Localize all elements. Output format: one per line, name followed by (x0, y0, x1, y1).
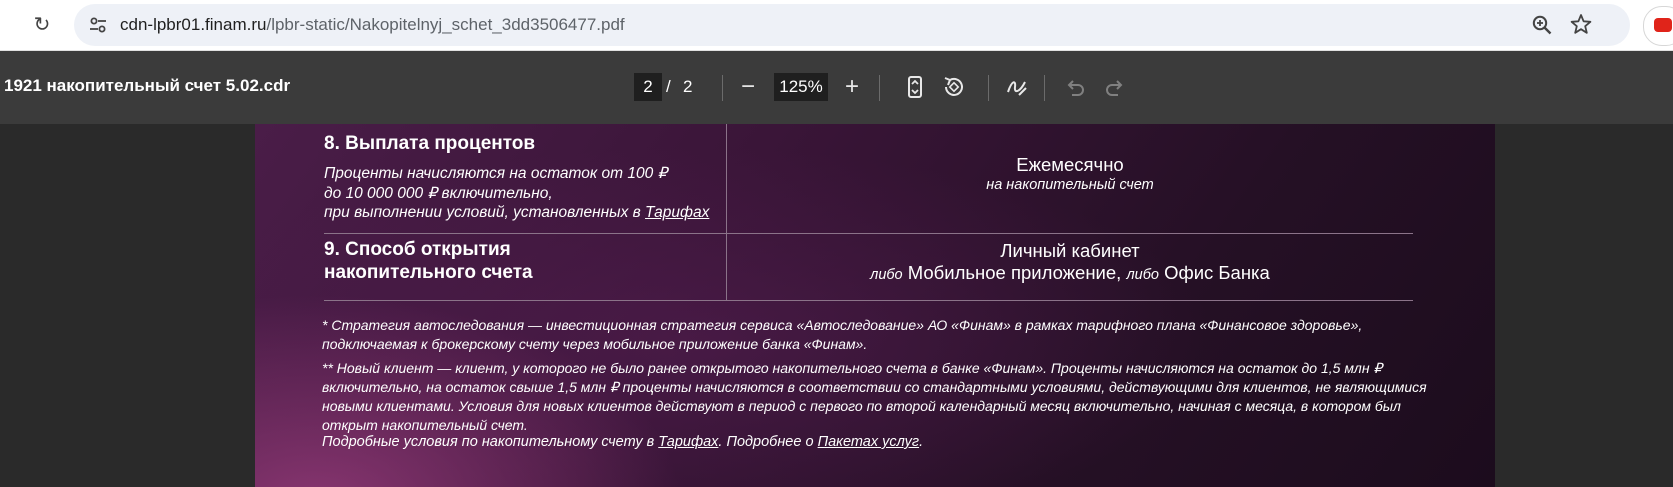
draw-icon[interactable] (1004, 74, 1030, 100)
fit-page-icon[interactable] (902, 74, 928, 100)
omnibox[interactable]: cdn-lpbr01.finam.ru/lpbr-static/Nakopite… (74, 4, 1630, 46)
section-9-title: 9. Способ открытия накопительного счета (324, 238, 533, 284)
section-8-title: 8. Выплата процентов (324, 133, 536, 154)
star-icon[interactable] (1570, 13, 1592, 35)
section-9-conjunction: либо (870, 267, 903, 283)
footnote-line: подключаемая к брокерскому счету через м… (322, 336, 868, 352)
browser-address-bar: ▸ ↻ cdn-lpbr01.finam.ru/lpbr-static/Nako… (0, 0, 1673, 51)
section-8-desc-text: при выполнении условий, установленных в (324, 204, 646, 221)
tariffs-link[interactable]: Тарифах (645, 204, 709, 221)
section-8-value-sub: на накопительный счет (986, 177, 1154, 193)
section-8-value: Ежемесячно (1016, 154, 1124, 175)
footnote-2: ** Новый клиент — клиент, у которого не … (322, 359, 1432, 435)
rotate-icon[interactable] (941, 74, 967, 100)
pdf-viewer[interactable]: 8. Выплата процентов Проценты начисляютс… (0, 124, 1673, 487)
pdf-toolbar: 1921 накопительный счет 5.02.cdr 2 / 2 −… (0, 51, 1673, 124)
service-packages-link[interactable]: Пакетах услуг (818, 434, 920, 450)
section-8-description: Проценты начисляются на остаток от 100 ₽… (324, 164, 724, 223)
footnote-text: . (919, 434, 924, 450)
section-9-conjunction: либо (1126, 267, 1159, 283)
pdf-page: 8. Выплата процентов Проценты начисляютс… (255, 124, 1495, 487)
footnote-1: * Стратегия автоследования — инвестицион… (322, 316, 1432, 354)
reload-icon[interactable]: ↻ (30, 13, 54, 37)
toolbar-divider (879, 75, 880, 101)
youtube-icon[interactable] (1643, 6, 1673, 46)
section-9-option: Мобильное приложение, (907, 262, 1122, 283)
footnote-text: Подробные условия по накопительному счет… (322, 434, 659, 450)
toolbar-divider (988, 75, 989, 101)
toolbar-divider (722, 75, 723, 101)
section-9-value: Личный кабинет (1000, 240, 1140, 261)
zoom-out-button[interactable]: − (734, 73, 762, 101)
section-8-desc-line: Проценты начисляются на остаток от 100 ₽ (324, 165, 668, 182)
table-row-divider (324, 233, 1413, 234)
document-title: 1921 накопительный счет 5.02.cdr (4, 76, 291, 95)
url-text[interactable]: cdn-lpbr01.finam.ru/lpbr-static/Nakopite… (120, 14, 625, 36)
tune-icon[interactable] (88, 15, 108, 35)
footnote-line: новыми клиентами. Условия для новых клие… (322, 398, 1401, 414)
section-9-title-line: 9. Способ открытия (324, 239, 511, 260)
page-total: 2 (683, 77, 693, 96)
section-9-option: Офис Банка (1164, 262, 1270, 283)
url-path: /lpbr-static/Nakopitelnyj_schet_3dd35064… (266, 15, 625, 34)
section-9-title-line: накопительного счета (324, 262, 533, 283)
url-host: cdn-lpbr01.finam.ru (120, 15, 267, 34)
footnote-line: ** Новый клиент — клиент, у которого не … (322, 360, 1383, 376)
footnote-line: * Стратегия автоследования — инвестицион… (322, 317, 1363, 333)
zoom-in-icon[interactable] (1531, 14, 1553, 36)
zoom-in-button[interactable]: + (838, 73, 866, 101)
forward-arrow-icon[interactable]: ▸ (0, 17, 6, 33)
tariffs-link[interactable]: Тарифах (658, 434, 718, 450)
table-row-divider (324, 300, 1413, 301)
redo-icon[interactable] (1102, 74, 1128, 100)
section-8-desc-line: до 10 000 000 ₽ включительно, (324, 184, 553, 202)
section-8-desc-line: при выполнении условий, установленных в … (324, 203, 724, 223)
footnote-text: . Подробнее о (718, 434, 818, 450)
footnote-line: включительно, на остаток свыше 1,5 млн ₽… (322, 379, 1427, 395)
page-number-input[interactable]: 2 (634, 73, 662, 101)
zoom-level-input[interactable]: 125% (774, 73, 828, 101)
footnote-3: Подробные условия по накопительному счет… (322, 433, 1432, 452)
toolbar-divider (1044, 75, 1045, 101)
page-separator: / (666, 77, 671, 96)
undo-icon[interactable] (1062, 74, 1088, 100)
section-9-options: либо Мобильное приложение, либо Офис Бан… (725, 262, 1415, 286)
